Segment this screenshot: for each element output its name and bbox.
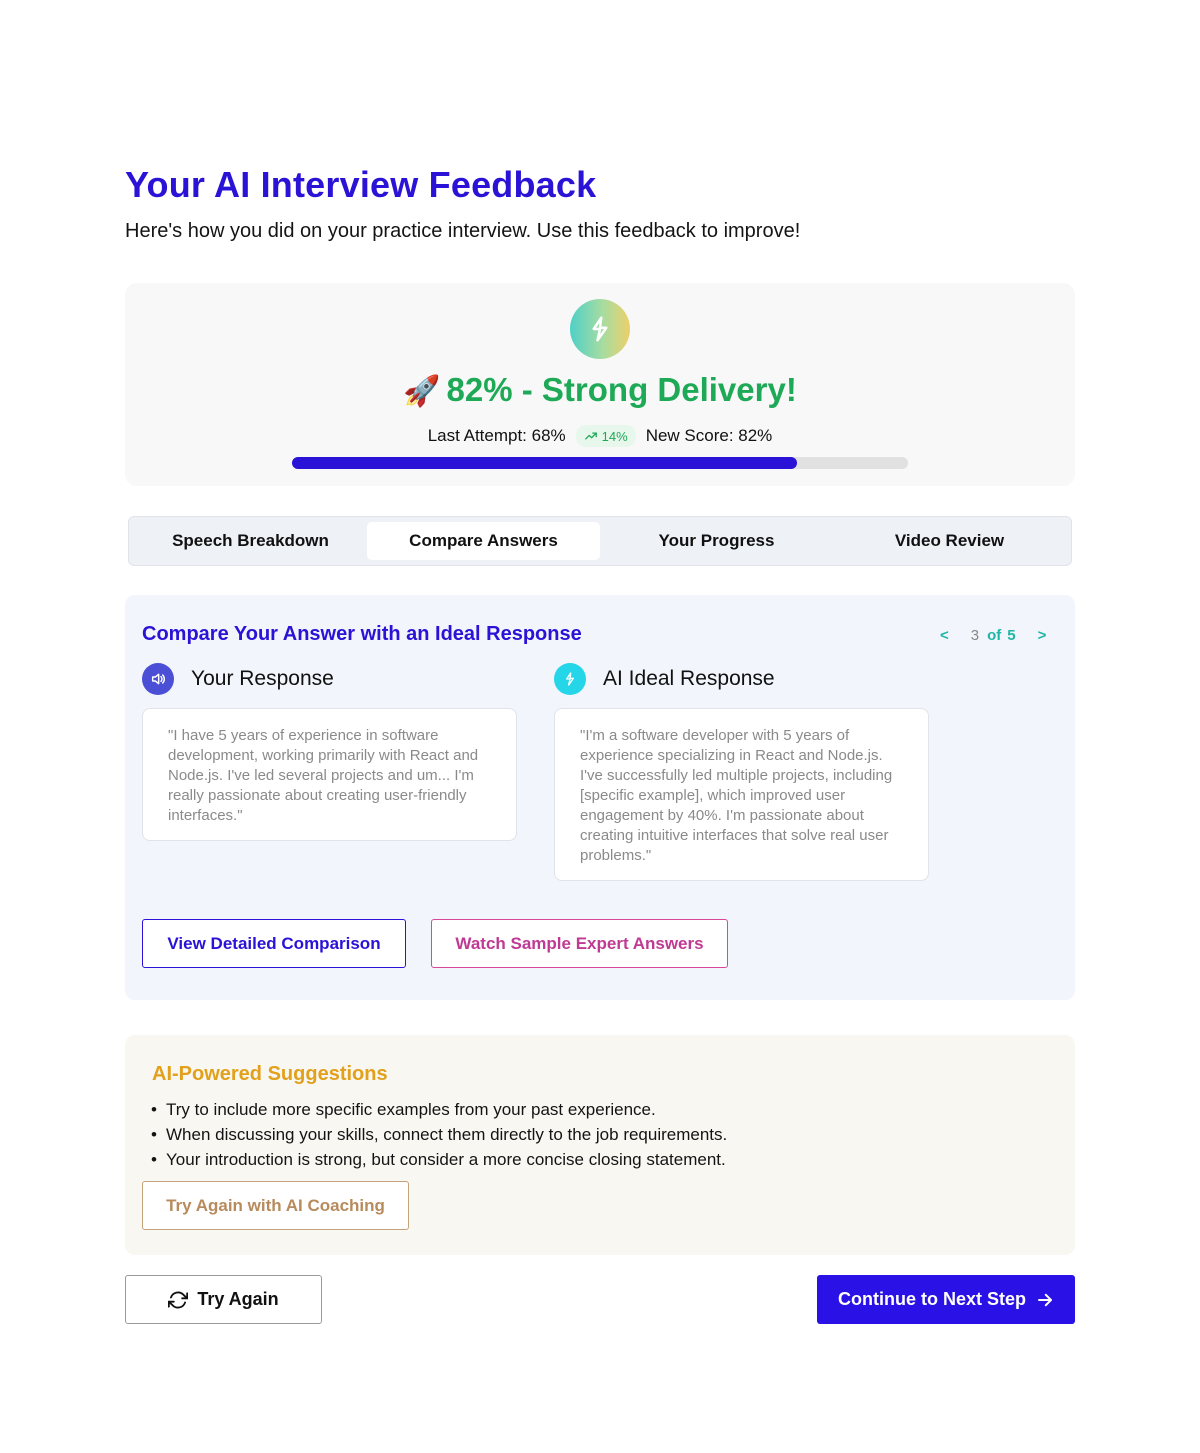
page-subtitle: Here's how you did on your practice inte…: [125, 220, 801, 242]
score-progress-bar: [292, 457, 908, 469]
page-title: Your AI Interview Feedback: [125, 164, 597, 205]
continue-label: Continue to Next Step: [838, 1289, 1026, 1309]
list-item: Your introduction is strong, but conside…: [151, 1147, 727, 1172]
feedback-tabs: Speech Breakdown Compare Answers Your Pr…: [128, 516, 1072, 566]
score-delta-value: 14%: [601, 428, 628, 444]
score-card: 🚀 82% - Strong Delivery! Last Attempt: 68…: [125, 283, 1075, 486]
continue-next-step-button[interactable]: Continue to Next Step: [817, 1275, 1075, 1324]
lightning-icon: [554, 663, 586, 695]
pager-of: of: [987, 627, 1002, 644]
compare-title: Compare Your Answer with an Ideal Respon…: [142, 623, 582, 645]
pager-current: 3: [970, 627, 980, 644]
speaker-icon: [142, 663, 174, 695]
lightning-icon: [570, 299, 630, 359]
score-delta-badge: 14%: [575, 425, 636, 447]
list-item: When discussing your skills, connect the…: [151, 1122, 727, 1147]
pager-next-button[interactable]: >: [1038, 627, 1047, 644]
arrow-right-icon: [1038, 1293, 1052, 1306]
try-again-label: Try Again: [197, 1289, 279, 1309]
new-score-text: New Score: 82%: [645, 426, 773, 445]
tab-video-review[interactable]: Video Review: [833, 522, 1066, 560]
your-response-label: Your Response: [191, 667, 334, 690]
score-headline: 🚀 82% - Strong Delivery!: [125, 371, 1075, 409]
view-detailed-comparison-button[interactable]: View Detailed Comparison: [142, 919, 406, 968]
ai-response-text: "I'm a software developer with 5 years o…: [554, 708, 929, 881]
your-response-text: "I have 5 years of experience in softwar…: [142, 708, 517, 841]
your-response-header: Your Response: [142, 663, 334, 695]
compare-answers-panel: Compare Your Answer with an Ideal Respon…: [125, 595, 1075, 1000]
try-again-button[interactable]: Try Again: [125, 1275, 322, 1324]
try-again-ai-coaching-button[interactable]: Try Again with AI Coaching: [142, 1181, 409, 1230]
suggestions-list: Try to include more specific examples fr…: [151, 1097, 727, 1172]
tab-compare-answers[interactable]: Compare Answers: [367, 522, 600, 560]
watch-sample-expert-answers-button[interactable]: Watch Sample Expert Answers: [431, 919, 728, 968]
score-progress-fill: [292, 457, 798, 469]
ai-response-label: AI Ideal Response: [603, 667, 775, 690]
ai-response-header: AI Ideal Response: [554, 663, 775, 695]
last-attempt-text: Last Attempt: 68%: [427, 426, 566, 445]
rocket-icon: 🚀: [403, 375, 441, 408]
tab-your-progress[interactable]: Your Progress: [600, 522, 833, 560]
suggestions-title: AI-Powered Suggestions: [152, 1063, 388, 1085]
question-pager: < 3 of 5 >: [940, 627, 1046, 644]
pager-prev-button[interactable]: <: [940, 627, 949, 644]
pager-total: 5: [1007, 627, 1016, 644]
refresh-icon: [168, 1291, 189, 1308]
list-item: Try to include more specific examples fr…: [151, 1097, 727, 1122]
attempt-comparison: Last Attempt: 68% 14% New Score: 82%: [125, 425, 1075, 447]
trending-up-icon: [584, 432, 597, 440]
tab-speech-breakdown[interactable]: Speech Breakdown: [134, 522, 367, 560]
ai-suggestions-panel: AI-Powered Suggestions Try to include mo…: [125, 1035, 1075, 1255]
score-headline-text: 82% - Strong Delivery!: [446, 371, 797, 408]
